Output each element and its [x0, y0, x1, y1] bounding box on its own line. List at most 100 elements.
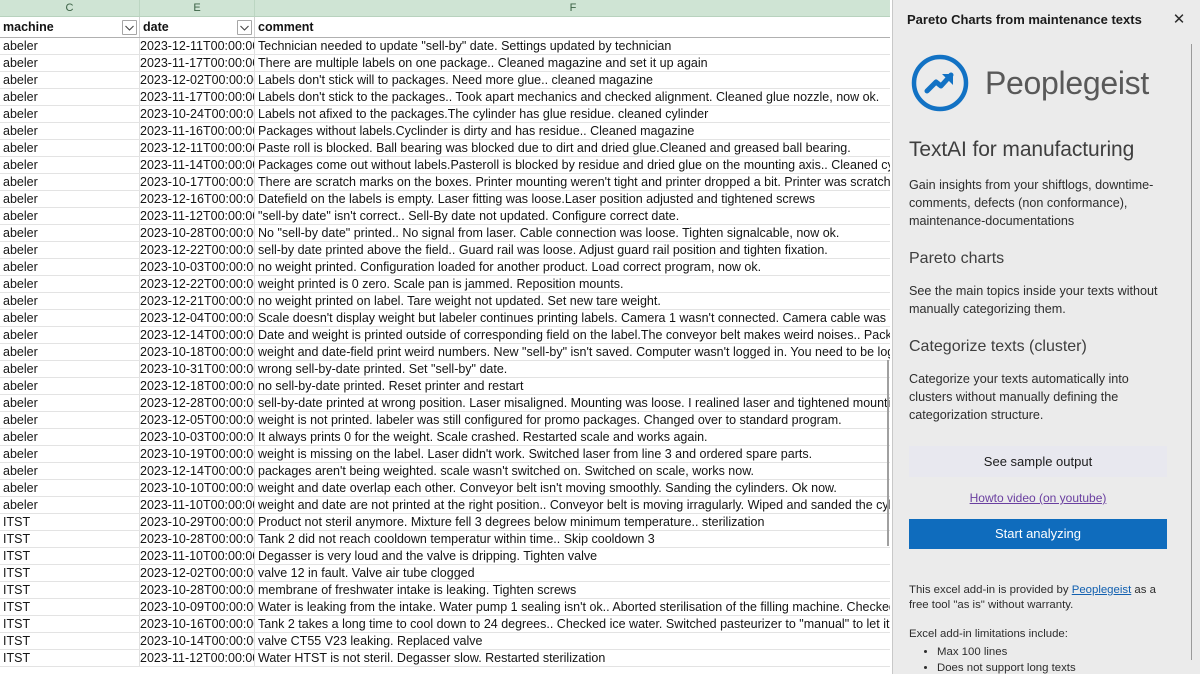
cell-date[interactable]: 2023-11-17T00:00:00: [140, 89, 255, 105]
cell-machine[interactable]: ITST: [0, 599, 140, 615]
cell-comment[interactable]: weight and date-field print weird number…: [255, 344, 892, 360]
see-sample-output-button[interactable]: See sample output: [909, 446, 1167, 477]
cell-comment[interactable]: valve CT55 V23 leaking. Replaced valve: [255, 633, 892, 649]
cell-date[interactable]: 2023-12-22T00:00:00: [140, 276, 255, 292]
cell-machine[interactable]: abeler: [0, 157, 140, 173]
table-row[interactable]: ITST 2023-11-10T00:00:00 Degasser is very …: [0, 548, 892, 565]
cell-date[interactable]: 2023-11-12T00:00:00: [140, 208, 255, 224]
table-row[interactable]: abeler 2023-11-16T00:00:00 Packages withou…: [0, 123, 892, 140]
cell-comment[interactable]: Labels not afixed to the packages.The cy…: [255, 106, 892, 122]
cell-machine[interactable]: abeler: [0, 140, 140, 156]
table-row[interactable]: abeler 2023-12-28T00:00:00 sell-by-date pr…: [0, 395, 892, 412]
table-row[interactable]: abeler 2023-11-10T00:00:00 weight and date…: [0, 497, 892, 514]
cell-comment[interactable]: sell-by-date printed at wrong position. …: [255, 395, 892, 411]
table-row[interactable]: abeler 2023-11-17T00:00:00 Labels don't st…: [0, 89, 892, 106]
cell-machine[interactable]: abeler: [0, 174, 140, 190]
cell-comment[interactable]: packages aren't being weighted. scale wa…: [255, 463, 892, 479]
cell-date[interactable]: 2023-11-10T00:00:00: [140, 497, 255, 513]
cell-machine[interactable]: abeler: [0, 310, 140, 326]
cell-machine[interactable]: abeler: [0, 123, 140, 139]
cell-comment[interactable]: weight and date are not printed at the r…: [255, 497, 892, 513]
cell-machine[interactable]: ITST: [0, 548, 140, 564]
cell-machine[interactable]: abeler: [0, 293, 140, 309]
cell-comment[interactable]: Water is leaking from the intake. Water …: [255, 599, 892, 615]
table-row[interactable]: abeler 2023-12-21T00:00:00 no weight print…: [0, 293, 892, 310]
cell-comment[interactable]: Packages come out without labels.Pastero…: [255, 157, 892, 173]
cell-comment[interactable]: no sell-by-date printed. Reset printer a…: [255, 378, 892, 394]
cell-machine[interactable]: abeler: [0, 38, 140, 54]
cell-comment[interactable]: Product not steril anymore. Mixture fell…: [255, 514, 892, 530]
cell-machine[interactable]: ITST: [0, 633, 140, 649]
cell-comment[interactable]: Tank 2 takes a long time to cool down to…: [255, 616, 892, 632]
table-row[interactable]: abeler 2023-12-14T00:00:00 packages aren't…: [0, 463, 892, 480]
cell-comment[interactable]: Date and weight is printed outside of co…: [255, 327, 892, 343]
cell-machine[interactable]: abeler: [0, 259, 140, 275]
cell-date[interactable]: 2023-11-12T00:00:00: [140, 650, 255, 666]
cell-comment[interactable]: membrane of freshwater intake is leaking…: [255, 582, 892, 598]
cell-machine[interactable]: abeler: [0, 276, 140, 292]
cell-date[interactable]: 2023-10-10T00:00:00: [140, 480, 255, 496]
cell-date[interactable]: 2023-10-31T00:00:00: [140, 361, 255, 377]
column-letter-e[interactable]: E: [140, 0, 255, 16]
table-row[interactable]: ITST 2023-12-02T00:00:00 valve 12 in fault…: [0, 565, 892, 582]
cell-date[interactable]: 2023-12-02T00:00:00: [140, 565, 255, 581]
cell-machine[interactable]: abeler: [0, 361, 140, 377]
cell-date[interactable]: 2023-12-14T00:00:00: [140, 327, 255, 343]
task-pane-scrollbar[interactable]: [1191, 44, 1192, 660]
cell-machine[interactable]: abeler: [0, 208, 140, 224]
cell-date[interactable]: 2023-10-09T00:00:00: [140, 599, 255, 615]
table-row[interactable]: abeler 2023-12-02T00:00:00 Labels don't st…: [0, 72, 892, 89]
table-row[interactable]: abeler 2023-12-11T00:00:00 Technician need…: [0, 38, 892, 55]
cell-date[interactable]: 2023-12-21T00:00:00: [140, 293, 255, 309]
table-row[interactable]: abeler 2023-12-22T00:00:00 weight printed …: [0, 276, 892, 293]
cell-machine[interactable]: abeler: [0, 412, 140, 428]
cell-date[interactable]: 2023-10-19T00:00:00: [140, 446, 255, 462]
table-row[interactable]: ITST 2023-10-29T00:00:00 Product not steri…: [0, 514, 892, 531]
table-row[interactable]: abeler 2023-12-05T00:00:00 weight is not p…: [0, 412, 892, 429]
cell-machine[interactable]: abeler: [0, 89, 140, 105]
table-row[interactable]: abeler 2023-12-04T00:00:00 Scale doesn't d…: [0, 310, 892, 327]
cell-date[interactable]: 2023-10-28T00:00:00: [140, 225, 255, 241]
table-row[interactable]: abeler 2023-10-18T00:00:00 weight and date…: [0, 344, 892, 361]
cell-date[interactable]: 2023-10-24T00:00:00: [140, 106, 255, 122]
table-row[interactable]: abeler 2023-10-17T00:00:00 There are scrat…: [0, 174, 892, 191]
cell-date[interactable]: 2023-11-17T00:00:00: [140, 55, 255, 71]
cell-date[interactable]: 2023-12-11T00:00:00: [140, 38, 255, 54]
cell-comment[interactable]: It always prints 0 for the weight. Scale…: [255, 429, 892, 445]
cell-date[interactable]: 2023-10-16T00:00:00: [140, 616, 255, 632]
cell-date[interactable]: 2023-10-14T00:00:00: [140, 633, 255, 649]
cell-machine[interactable]: ITST: [0, 582, 140, 598]
start-analyzing-button[interactable]: Start analyzing: [909, 519, 1167, 549]
cell-comment[interactable]: Labels don't stick to the packages.. Too…: [255, 89, 892, 105]
cell-date[interactable]: 2023-12-05T00:00:00: [140, 412, 255, 428]
cell-date[interactable]: 2023-12-28T00:00:00: [140, 395, 255, 411]
table-row[interactable]: abeler 2023-10-03T00:00:00 no weight print…: [0, 259, 892, 276]
cell-comment[interactable]: There are multiple labels on one package…: [255, 55, 892, 71]
table-row[interactable]: abeler 2023-12-11T00:00:00 Paste roll is b…: [0, 140, 892, 157]
cell-date[interactable]: 2023-12-04T00:00:00: [140, 310, 255, 326]
table-row[interactable]: ITST 2023-10-09T00:00:00 Water is leaking …: [0, 599, 892, 616]
table-row[interactable]: abeler 2023-10-10T00:00:00 weight and date…: [0, 480, 892, 497]
cell-date[interactable]: 2023-12-02T00:00:00: [140, 72, 255, 88]
cell-machine[interactable]: ITST: [0, 514, 140, 530]
cell-machine[interactable]: abeler: [0, 106, 140, 122]
cell-date[interactable]: 2023-10-18T00:00:00: [140, 344, 255, 360]
cell-comment[interactable]: valve 12 in fault. Valve air tube clogge…: [255, 565, 892, 581]
cell-comment[interactable]: no weight printed on label. Tare weight …: [255, 293, 892, 309]
cell-comment[interactable]: no weight printed. Configuration loaded …: [255, 259, 892, 275]
cell-machine[interactable]: abeler: [0, 72, 140, 88]
table-row[interactable]: ITST 2023-11-12T00:00:00 Water HTST is not…: [0, 650, 892, 667]
cell-comment[interactable]: "sell-by date" isn't correct.. Sell-By d…: [255, 208, 892, 224]
cell-machine[interactable]: abeler: [0, 242, 140, 258]
cell-machine[interactable]: abeler: [0, 497, 140, 513]
table-row[interactable]: ITST 2023-10-28T00:00:00 Tank 2 did not re…: [0, 531, 892, 548]
cell-comment[interactable]: Paste roll is blocked. Ball bearing was …: [255, 140, 892, 156]
table-row[interactable]: ITST 2023-10-28T00:00:00 membrane of fresh…: [0, 582, 892, 599]
column-letter-f[interactable]: F: [255, 0, 892, 16]
table-row[interactable]: abeler 2023-10-24T00:00:00 Labels not afix…: [0, 106, 892, 123]
cell-machine[interactable]: abeler: [0, 344, 140, 360]
table-row[interactable]: abeler 2023-10-28T00:00:00 No "sell-by dat…: [0, 225, 892, 242]
cell-comment[interactable]: Technician needed to update "sell-by" da…: [255, 38, 892, 54]
cell-comment[interactable]: weight printed is 0 zero. Scale pan is j…: [255, 276, 892, 292]
cell-machine[interactable]: abeler: [0, 191, 140, 207]
